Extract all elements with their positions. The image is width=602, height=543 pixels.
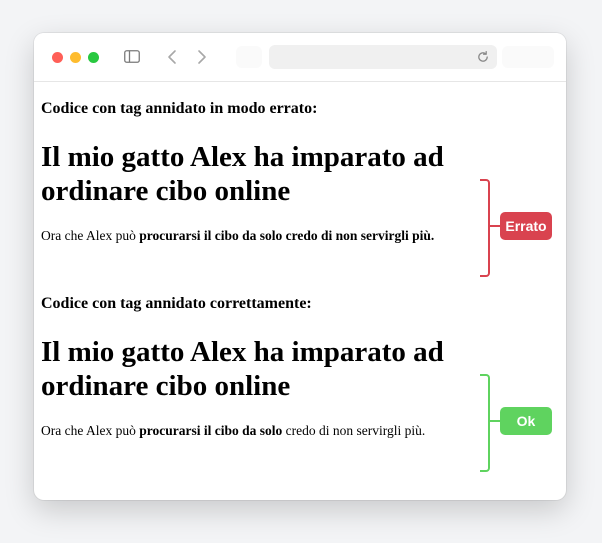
right-example-heading: Il mio gatto Alex ha imparato ad ordinar… (41, 336, 444, 402)
close-window-button[interactable] (52, 52, 63, 63)
right-paragraph-bold: procurarsi il cibo da solo (139, 423, 283, 438)
right-example-paragraph: Ora che Alex può procurarsi il cibo da s… (41, 423, 425, 439)
zoom-window-button[interactable] (88, 52, 99, 63)
chevron-left-icon[interactable] (164, 47, 180, 67)
toolbar-placeholder (502, 46, 554, 68)
wrong-paragraph-bold: procurarsi il cibo da solo credo di non … (139, 228, 435, 243)
minimize-window-button[interactable] (70, 52, 81, 63)
reload-icon[interactable] (476, 50, 490, 64)
address-bar[interactable] (269, 45, 497, 69)
right-example-bracket (480, 374, 490, 472)
sidebar-icon[interactable] (124, 50, 140, 63)
right-paragraph-suffix: credo di non servirgli più. (282, 423, 426, 438)
error-badge: Errato (500, 212, 552, 240)
browser-toolbar (34, 33, 566, 82)
wrong-example-heading: Il mio gatto Alex ha imparato ad ordinar… (41, 141, 444, 207)
page-content: Codice con tag annidato in modo errato: … (34, 82, 566, 500)
browser-window: Codice con tag annidato in modo errato: … (34, 33, 566, 500)
ok-badge: Ok (500, 407, 552, 435)
right-paragraph-text: Ora che Alex può (41, 423, 140, 438)
chevron-right-icon[interactable] (194, 47, 210, 67)
wrong-example-paragraph: Ora che Alex può procurarsi il cibo da s… (41, 228, 434, 244)
wrong-example-label: Codice con tag annidato in modo errato: (41, 100, 318, 117)
tab-placeholder (236, 46, 262, 68)
right-example-label: Codice con tag annidato correttamente: (41, 295, 312, 312)
wrong-paragraph-text: Ora che Alex può (41, 228, 140, 243)
wrong-example-bracket (480, 179, 490, 277)
